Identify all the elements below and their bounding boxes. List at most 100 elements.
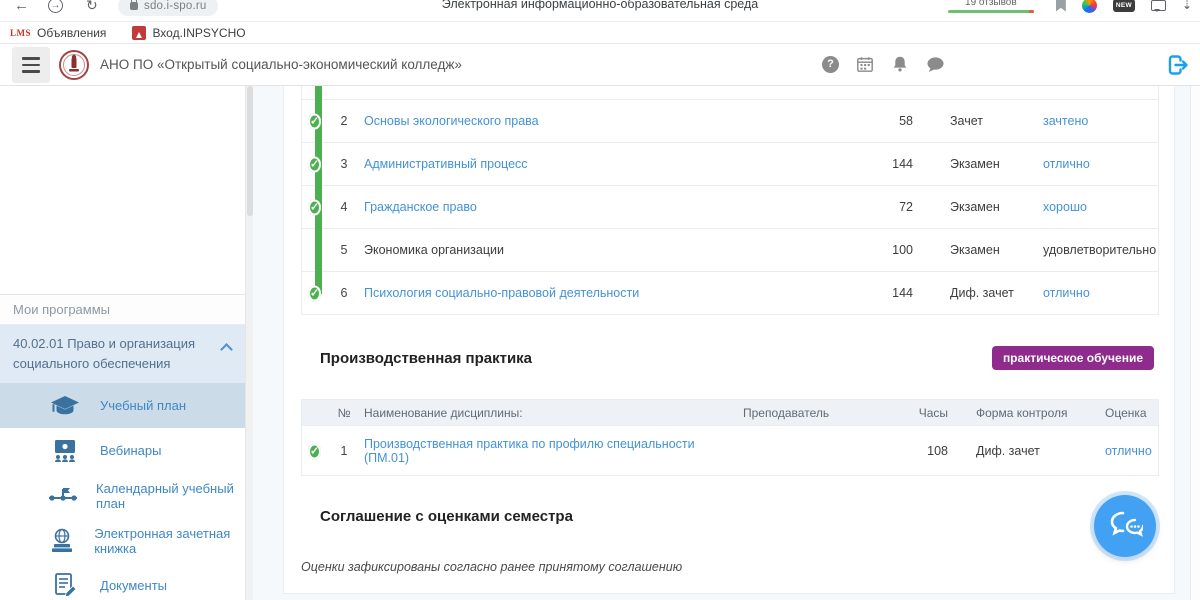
- hours-cell: 100: [853, 243, 913, 257]
- practice-type-badge: практическое обучение: [992, 346, 1154, 370]
- milestones-icon: [48, 486, 78, 506]
- help-icon[interactable]: ?: [822, 56, 839, 73]
- hours-cell: 144: [853, 157, 913, 171]
- hours-cell: 144: [853, 286, 913, 300]
- sidebar-program-header[interactable]: 40.02.01 Право и организация социального…: [0, 325, 245, 383]
- semester-table: ✓2Основы экологического права58Зачетзачт…: [301, 86, 1159, 315]
- column-header: Наименование дисциплины:: [364, 406, 743, 420]
- extension-circle-icon[interactable]: [1082, 0, 1097, 13]
- column-header: Преподаватель: [743, 406, 898, 420]
- chat-extension-icon[interactable]: [1151, 0, 1166, 11]
- hours-cell: 108: [898, 444, 948, 458]
- agreement-heading: Соглашение с оценками семестра: [320, 508, 1154, 525]
- grade-value: удовлетворительно: [1043, 243, 1158, 257]
- college-logo: [58, 49, 90, 81]
- discipline-link[interactable]: Основы экологического права: [364, 114, 853, 128]
- progress-dot-icon: [308, 241, 309, 259]
- sidebar-item-label: Электронная зачетная книжка: [94, 526, 245, 556]
- calendar-icon[interactable]: [856, 55, 874, 73]
- sidebar-item-curriculum[interactable]: Учебный план: [0, 383, 245, 428]
- control-form-cell: Экзамен: [913, 157, 1043, 171]
- grade-link[interactable]: отлично: [1043, 157, 1158, 171]
- sidebar-item-documents[interactable]: Документы: [0, 563, 245, 600]
- discipline-link[interactable]: Гражданское право: [364, 200, 853, 214]
- sidebar-item-label: Календарный учебный план: [96, 481, 245, 511]
- row-number: 2: [324, 114, 364, 128]
- sidebar-section-title: Мои программы: [0, 295, 245, 325]
- page-scrollbar[interactable]: [1190, 86, 1200, 600]
- grade-link[interactable]: зачтено: [1043, 114, 1158, 128]
- grade-link[interactable]: хорошо: [1043, 200, 1158, 214]
- completed-check-icon: ✓: [308, 112, 321, 131]
- control-form-cell: Зачет: [913, 114, 1043, 128]
- grade-link[interactable]: отлично: [1083, 444, 1158, 458]
- reviews-widget[interactable]: 19 отзывов: [948, 0, 1034, 13]
- discipline-name: Экономика организации: [364, 243, 853, 257]
- graduation-cap-icon: [48, 395, 82, 417]
- bookmark-label: Вход.INPSYCHO: [152, 26, 245, 40]
- sidebar-item-calendar-plan[interactable]: Календарный учебный план: [0, 473, 245, 518]
- sidebar-item-label: Вебинары: [100, 443, 161, 458]
- new-badge-icon[interactable]: NEW: [1113, 0, 1135, 12]
- row-number: 4: [324, 200, 364, 214]
- control-form-cell: Диф. зачет: [968, 444, 1083, 458]
- college-title: АНО ПО «Открытый социально-экономический…: [100, 57, 462, 72]
- bookmark-flag-icon[interactable]: [1056, 0, 1066, 12]
- notifications-bell-icon[interactable]: [891, 55, 909, 73]
- discipline-link[interactable]: Психология социально-правовой деятельнос…: [364, 286, 853, 300]
- agreement-note: Оценки зафиксированы согласно ранее прин…: [301, 560, 1154, 574]
- bookmark-inpsycho[interactable]: Вход.INPSYCHO: [132, 26, 245, 40]
- main-area: ✓2Основы экологического права58Зачетзачт…: [253, 86, 1200, 600]
- practice-section-heading: Производственная практика: [320, 350, 532, 367]
- chevron-up-icon: [220, 343, 233, 356]
- messages-icon[interactable]: [926, 56, 945, 73]
- webinar-icon: [48, 439, 82, 463]
- sidebar-item-label: Документы: [100, 578, 167, 593]
- bookmark-announcements[interactable]: LMS Объявления: [10, 26, 106, 40]
- hours-cell: 72: [853, 200, 913, 214]
- completed-check-icon: ✓: [308, 198, 321, 217]
- hours-cell: 58: [853, 114, 913, 128]
- table-row: ✓2Основы экологического права58Зачетзачт…: [302, 99, 1158, 142]
- download-icon[interactable]: ⇣: [1182, 0, 1192, 12]
- practice-table: № Наименование дисциплины: Преподаватель…: [301, 399, 1159, 476]
- table-row: 5Экономика организации100Экзаменудовлетв…: [302, 228, 1158, 271]
- chat-bubbles-icon: [1107, 510, 1143, 542]
- lms-favicon: LMS: [10, 28, 31, 38]
- sidebar-item-gradebook[interactable]: Электронная зачетная книжка: [0, 518, 245, 563]
- sidebar-item-webinars[interactable]: Вебинары: [0, 428, 245, 473]
- emblem-favicon: [132, 26, 146, 40]
- table-row-partial: [302, 86, 1158, 99]
- app-header: АНО ПО «Открытый социально-экономический…: [0, 44, 1200, 86]
- reviews-label: 19 отзывов: [965, 0, 1017, 8]
- content-card: ✓2Основы экологического права58Зачетзачт…: [283, 86, 1175, 594]
- control-form-cell: Экзамен: [913, 243, 1043, 257]
- column-header: Оценка: [1083, 406, 1158, 420]
- completed-check-icon: ✓: [308, 284, 321, 303]
- control-form-cell: Экзамен: [913, 200, 1043, 214]
- globe-books-icon: [48, 528, 76, 554]
- table-row: ✓4Гражданское право72Экзаменхорошо: [302, 185, 1158, 228]
- support-chat-button[interactable]: [1094, 495, 1156, 557]
- hamburger-menu-button[interactable]: [12, 47, 50, 83]
- sidebar-scrollbar[interactable]: [245, 86, 253, 600]
- sidebar: Мои программы 40.02.01 Право и организац…: [0, 86, 245, 600]
- row-number: 6: [324, 286, 364, 300]
- discipline-link[interactable]: Административный процесс: [364, 157, 853, 171]
- sidebar-item-label: Учебный план: [100, 398, 186, 413]
- control-form-cell: Диф. зачет: [913, 286, 1043, 300]
- table-row: ✓1Производственная практика по профилю с…: [302, 425, 1158, 475]
- practice-table-header: № Наименование дисциплины: Преподаватель…: [302, 400, 1158, 425]
- column-header: №: [324, 406, 364, 420]
- discipline-link[interactable]: Производственная практика по профилю спе…: [364, 437, 743, 465]
- table-row: ✓6Психология социально-правовой деятельн…: [302, 271, 1158, 314]
- document-pen-icon: [48, 573, 82, 599]
- column-header: Часы: [898, 406, 948, 420]
- bookmarks-bar: LMS Объявления Вход.INPSYCHO: [0, 22, 1200, 44]
- program-title: 40.02.01 Право и организация социального…: [13, 334, 215, 374]
- completed-check-icon: ✓: [308, 441, 321, 460]
- grade-link[interactable]: отлично: [1043, 286, 1158, 300]
- logout-icon[interactable]: [1166, 53, 1190, 77]
- column-header: Форма контроля: [968, 406, 1083, 420]
- row-number: 1: [324, 444, 364, 458]
